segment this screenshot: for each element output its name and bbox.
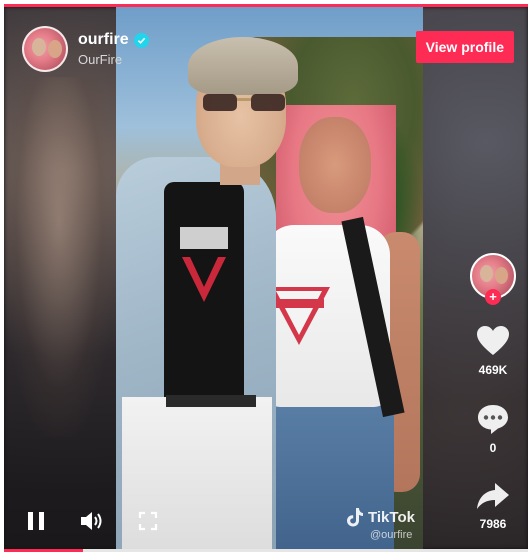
creator-display-name: OurFire	[78, 52, 123, 67]
volume-button[interactable]	[78, 507, 106, 535]
action-column: + 469K 0 7986	[466, 253, 520, 531]
share-icon[interactable]	[476, 481, 510, 511]
heart-icon[interactable]	[476, 325, 510, 357]
playback-controls	[22, 507, 162, 535]
follow-plus-icon[interactable]: +	[485, 289, 501, 305]
share-count: 7986	[479, 517, 507, 531]
username-row: ourfire	[78, 31, 149, 49]
pause-icon	[28, 512, 44, 530]
shirt-graphic	[180, 227, 228, 302]
creator-avatar[interactable]	[22, 26, 68, 72]
sunglasses	[203, 94, 285, 111]
tiktok-logo-icon	[347, 508, 363, 527]
like-count: 469K	[478, 363, 508, 377]
creator-username[interactable]: ourfire	[78, 31, 129, 49]
comment-action[interactable]: 0	[476, 403, 510, 455]
fullscreen-icon	[138, 511, 158, 531]
man-hair	[188, 37, 298, 95]
creator-info: ourfire OurFire	[78, 31, 149, 67]
video-progress-fill	[4, 549, 83, 552]
volume-icon	[81, 512, 102, 530]
man-belt	[166, 395, 256, 407]
share-action[interactable]: 7986	[476, 481, 510, 531]
tiktok-embed-player: ourfire OurFire View profile + 469K 0 79…	[4, 4, 528, 549]
video-frame[interactable]	[116, 7, 423, 549]
verified-icon	[133, 32, 149, 48]
video-header: ourfire OurFire	[22, 24, 149, 74]
like-action[interactable]: 469K	[476, 325, 510, 377]
video-progress-bar[interactable]	[4, 549, 528, 552]
watermark-brand: TikTok	[368, 508, 415, 526]
watermark-row: TikTok	[346, 507, 415, 527]
side-creator-avatar[interactable]: +	[470, 253, 516, 305]
woman-face	[299, 117, 371, 213]
tiktok-watermark: TikTok @ourfire	[346, 507, 415, 541]
blurred-figure	[4, 77, 114, 437]
comment-count: 0	[489, 441, 497, 455]
fullscreen-button[interactable]	[134, 507, 162, 535]
pause-button[interactable]	[22, 507, 50, 535]
comment-icon[interactable]	[476, 403, 510, 435]
watermark-handle: @ourfire	[370, 529, 413, 541]
view-profile-button[interactable]: View profile	[415, 31, 514, 63]
